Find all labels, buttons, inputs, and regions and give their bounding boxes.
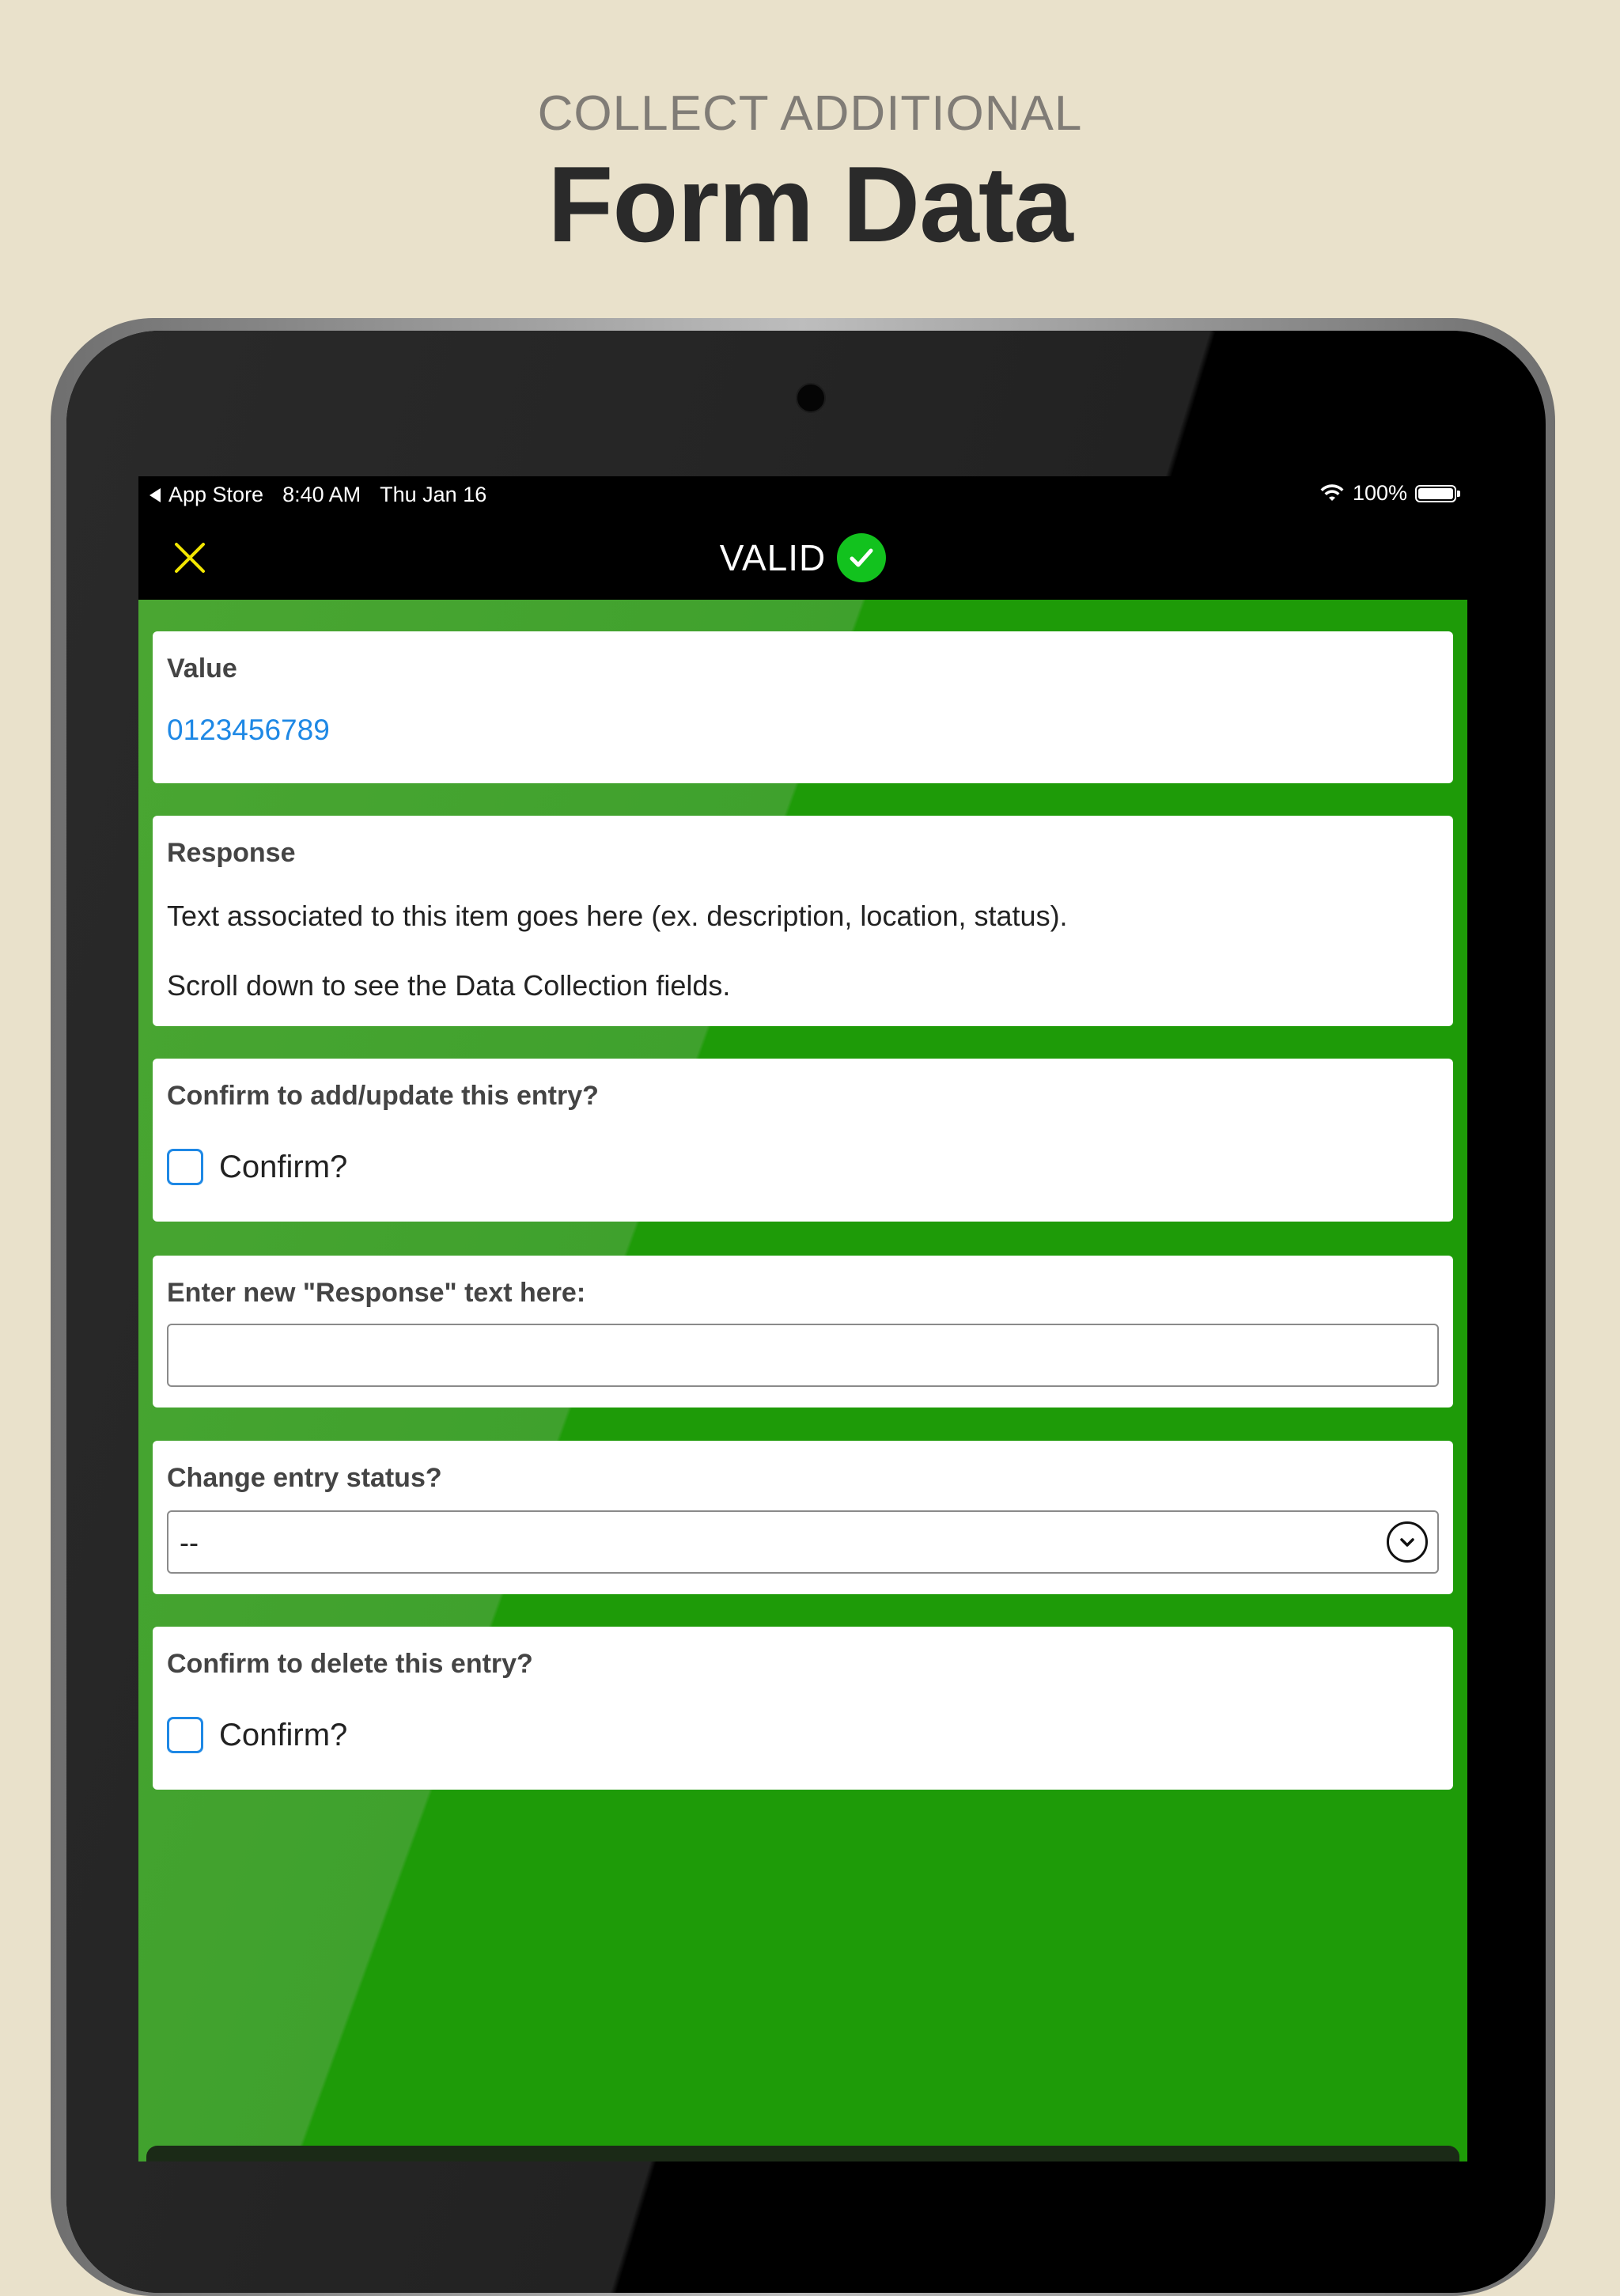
status-bar: App Store 8:40 AM Thu Jan 16 100%: [138, 476, 1467, 514]
nav-title-group: VALID: [138, 514, 1467, 601]
status-back-app[interactable]: App Store: [168, 483, 263, 507]
value-card: Value 0123456789: [153, 631, 1453, 783]
change-status-label: Change entry status?: [167, 1463, 442, 1493]
wifi-icon: [1320, 483, 1344, 501]
response-label: Response: [167, 838, 296, 868]
confirm-delete-card: Confirm to delete this entry? Confirm?: [153, 1627, 1453, 1790]
front-camera: [796, 383, 826, 413]
response-card: Response Text associated to this item go…: [153, 816, 1453, 1026]
status-bar-left: App Store 8:40 AM Thu Jan 16: [150, 483, 486, 507]
response-text-line1: Text associated to this item goes here (…: [167, 900, 1068, 932]
form-content: Value 0123456789 Response Text associate…: [138, 600, 1467, 2161]
confirm-delete-label: Confirm to delete this entry?: [167, 1649, 533, 1679]
battery-percent: 100%: [1352, 481, 1407, 505]
value-text[interactable]: 0123456789: [167, 714, 330, 747]
promo-title: Form Data: [547, 144, 1073, 264]
confirm-delete-checkbox-label[interactable]: Confirm?: [219, 1718, 347, 1753]
bottom-toolbar: [146, 2146, 1459, 2161]
status-select[interactable]: --: [167, 1510, 1439, 1574]
nav-bar: VALID: [138, 514, 1467, 601]
device-screen: App Store 8:40 AM Thu Jan 16 100% VALID: [138, 476, 1467, 2161]
nav-title: VALID: [719, 537, 827, 578]
change-status-card: Change entry status? --: [153, 1441, 1453, 1594]
status-time: 8:40 AM: [282, 483, 361, 506]
checkmark-circle-icon: [837, 533, 887, 582]
promo-subtitle: COLLECT ADDITIONAL: [537, 86, 1083, 141]
new-response-input[interactable]: [167, 1324, 1439, 1387]
confirm-update-label: Confirm to add/update this entry?: [167, 1081, 599, 1111]
confirm-update-checkbox-label[interactable]: Confirm?: [219, 1150, 347, 1185]
value-label: Value: [167, 654, 237, 684]
battery-icon: [1415, 484, 1460, 502]
status-date: Thu Jan 16: [380, 483, 487, 506]
confirm-update-card: Confirm to add/update this entry? Confir…: [153, 1059, 1453, 1222]
chevron-down-icon: [1387, 1521, 1428, 1563]
confirm-update-checkbox-row[interactable]: Confirm?: [167, 1149, 347, 1185]
confirm-delete-checkbox-row[interactable]: Confirm?: [167, 1717, 347, 1753]
confirm-delete-checkbox[interactable]: [167, 1717, 203, 1753]
confirm-update-checkbox[interactable]: [167, 1149, 203, 1185]
status-bar-right: 100%: [1319, 481, 1460, 506]
response-text-line2: Scroll down to see the Data Collection f…: [167, 969, 731, 1002]
battery-fill: [1418, 487, 1453, 499]
new-response-card: Enter new "Response" text here:: [153, 1256, 1453, 1408]
back-arrow-icon[interactable]: [150, 487, 161, 502]
close-button[interactable]: [170, 538, 210, 578]
new-response-label: Enter new "Response" text here:: [167, 1278, 586, 1308]
close-x-icon: [175, 543, 205, 573]
status-select-value: --: [180, 1526, 199, 1559]
battery-tip: [1457, 490, 1460, 497]
